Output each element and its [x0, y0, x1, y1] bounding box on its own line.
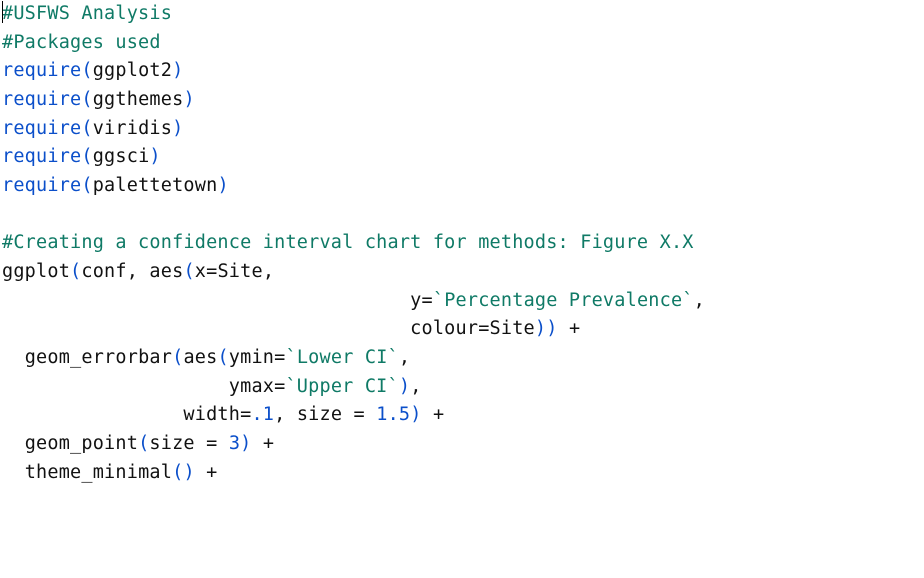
string-pp: `Percentage Prevalence`: [433, 290, 694, 311]
paren-close: ): [172, 118, 183, 139]
code-editor[interactable]: #USFWS Analysis #Packages used require(g…: [0, 0, 924, 489]
plus-op: +: [206, 462, 217, 483]
equals-op: =: [206, 261, 217, 282]
num-size: 1.5: [376, 404, 410, 425]
paren-open: (: [217, 347, 228, 368]
paren-open: (: [81, 175, 92, 196]
arg-conf: conf: [81, 261, 126, 282]
plus-op: +: [433, 404, 444, 425]
paren-close: ): [535, 318, 546, 339]
comma: ,: [410, 376, 421, 397]
equals-op: =: [354, 404, 365, 425]
fn-errorbar: geom_errorbar: [25, 347, 172, 368]
fn-aes: aes: [183, 347, 217, 368]
paren-open: (: [183, 261, 194, 282]
keyword-require: require: [2, 89, 81, 110]
paren-open: (: [70, 261, 81, 282]
paren-close: ): [240, 433, 251, 454]
equals-op: =: [206, 433, 217, 454]
fn-aes: aes: [149, 261, 183, 282]
paren-close: ): [149, 146, 160, 167]
keyword-require: require: [2, 60, 81, 81]
comma: ,: [263, 261, 274, 282]
paren-close: ): [172, 60, 183, 81]
paren-close: ): [183, 462, 194, 483]
comment-line: #Creating a confidence interval chart fo…: [2, 232, 694, 253]
arg-ymin: ymin: [229, 347, 274, 368]
keyword-require: require: [2, 146, 81, 167]
paren-open: (: [81, 146, 92, 167]
comma: ,: [694, 290, 705, 311]
comma: ,: [399, 347, 410, 368]
comment-line: #USFWS Analysis: [2, 3, 172, 24]
paren-open: (: [81, 89, 92, 110]
arg-size: size: [149, 433, 194, 454]
arg-site: Site: [217, 261, 262, 282]
arg-y: y: [410, 290, 421, 311]
arg-size: size: [297, 404, 342, 425]
comma: ,: [274, 404, 297, 425]
equals-op: =: [240, 404, 251, 425]
keyword-require: require: [2, 118, 81, 139]
paren-close: ): [399, 376, 410, 397]
fn-point: geom_point: [25, 433, 138, 454]
text-cursor: [2, 1, 3, 23]
equals-op: =: [478, 318, 489, 339]
paren-open: (: [172, 347, 183, 368]
num-size3: 3: [229, 433, 240, 454]
pkg-name: palettetown: [93, 175, 218, 196]
plus-op: +: [263, 433, 274, 454]
paren-close: ): [183, 89, 194, 110]
string-lci: `Lower CI`: [286, 347, 399, 368]
paren-open: (: [81, 118, 92, 139]
arg-site: Site: [490, 318, 535, 339]
plus-op: +: [569, 318, 580, 339]
fn-ggplot: ggplot: [2, 261, 70, 282]
keyword-require: require: [2, 175, 81, 196]
arg-colour: colour: [410, 318, 478, 339]
arg-width: width: [183, 404, 240, 425]
pkg-name: ggthemes: [93, 89, 184, 110]
paren-close: ): [546, 318, 557, 339]
paren-open: (: [81, 60, 92, 81]
equals-op: =: [422, 290, 433, 311]
comma: ,: [127, 261, 150, 282]
equals-op: =: [274, 376, 285, 397]
num-width: .1: [251, 404, 274, 425]
fn-theme: theme_minimal: [25, 462, 172, 483]
pkg-name: ggsci: [93, 146, 150, 167]
pkg-name: viridis: [93, 118, 172, 139]
paren-open: (: [138, 433, 149, 454]
pkg-name: ggplot2: [93, 60, 172, 81]
paren-close: ): [217, 175, 228, 196]
paren-close: ): [410, 404, 421, 425]
arg-x: x: [195, 261, 206, 282]
string-uci: `Upper CI`: [285, 376, 398, 397]
comment-line: #Packages used: [2, 32, 161, 53]
equals-op: =: [274, 347, 285, 368]
arg-ymax: ymax: [229, 376, 274, 397]
paren-open: (: [172, 462, 183, 483]
